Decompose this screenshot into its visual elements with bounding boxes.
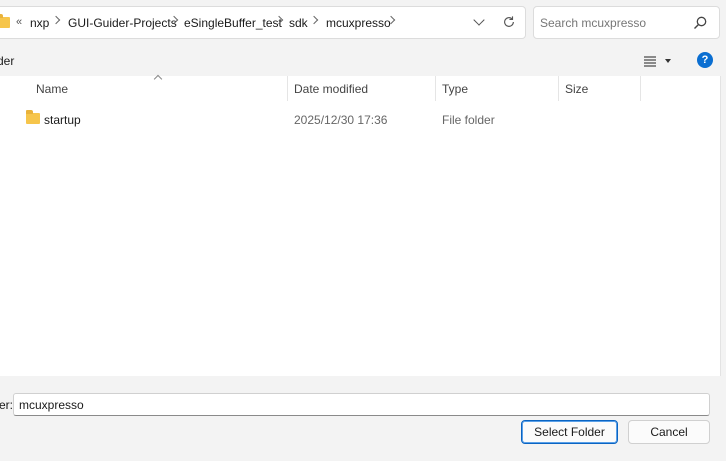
breadcrumb-nxp[interactable]: nxp xyxy=(30,16,49,30)
breadcrumb-gui-guider-projects[interactable]: GUI-Guider-Projects xyxy=(68,16,177,30)
column-header-type[interactable]: Type xyxy=(436,76,559,101)
view-options-caret-icon[interactable] xyxy=(665,59,671,63)
column-header-size[interactable]: Size xyxy=(559,76,641,101)
select-folder-button[interactable]: Select Folder xyxy=(521,420,618,444)
new-folder-label[interactable]: der xyxy=(0,54,14,68)
chevron-right-icon[interactable] xyxy=(309,15,319,25)
folder-icon xyxy=(26,110,40,124)
chevron-down-icon[interactable] xyxy=(473,14,485,26)
dialog-footer: er: Select Folder Cancel xyxy=(0,376,726,461)
breadcrumb-esinglebuffer-test[interactable]: eSingleBuffer_test xyxy=(184,16,282,30)
breadcrumb-overflow[interactable]: « xyxy=(16,16,22,28)
row-type: File folder xyxy=(442,113,495,127)
row-name[interactable]: startup xyxy=(44,113,81,127)
column-header-date[interactable]: Date modified xyxy=(288,76,436,101)
search-icon[interactable] xyxy=(692,15,708,31)
breadcrumb-mcuxpresso[interactable]: mcuxpresso xyxy=(326,16,391,30)
folder-name-label: er: xyxy=(0,398,14,412)
refresh-icon[interactable] xyxy=(502,15,516,29)
command-bar: der ? xyxy=(0,46,726,76)
cancel-button[interactable]: Cancel xyxy=(628,420,710,444)
address-bar[interactable]: « nxp GUI-Guider-Projects eSingleBuffer_… xyxy=(0,6,526,39)
chevron-right-icon[interactable] xyxy=(51,15,61,25)
folder-icon xyxy=(0,14,10,28)
view-list-icon[interactable] xyxy=(643,54,657,68)
list-item[interactable]: startup 2025/12/30 17:36 File folder xyxy=(0,109,721,131)
help-icon[interactable]: ? xyxy=(697,52,713,68)
breadcrumb-sdk[interactable]: sdk xyxy=(289,16,308,30)
file-list: Name Date modified Type Size startup 202… xyxy=(0,74,721,376)
search-input[interactable] xyxy=(540,14,690,32)
row-date: 2025/12/30 17:36 xyxy=(294,113,388,127)
search-box[interactable] xyxy=(533,6,720,39)
folder-name-input[interactable] xyxy=(13,393,710,416)
